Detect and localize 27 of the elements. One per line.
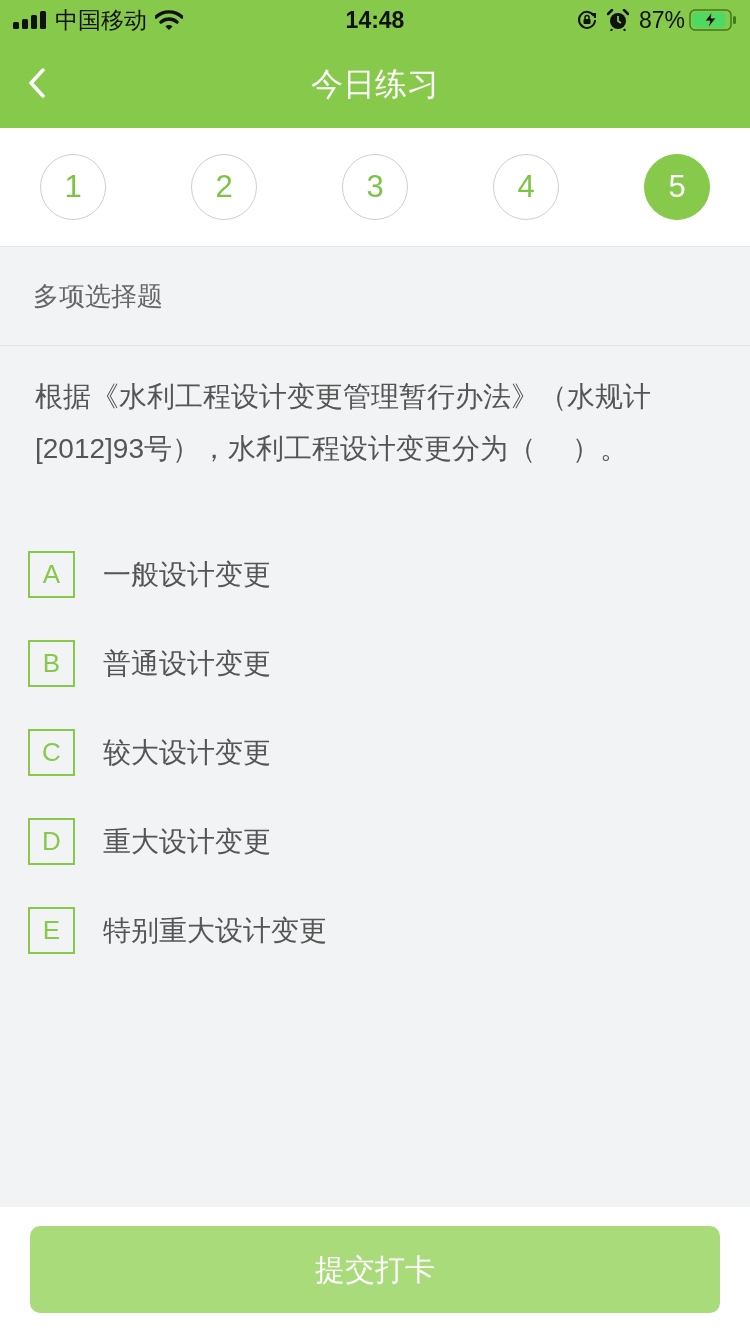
battery-charging-icon [689,9,737,31]
option-letter-box[interactable]: B [28,640,75,687]
alarm-clock-icon [606,9,629,31]
battery-percent: 87% [638,8,685,32]
page-title: 今日练习 [311,68,439,100]
question-type-label: 多项选择题 [33,279,163,313]
question-text: 根据《水利工程设计变更管理暂行办法》（水规计[2012]93号），水利工程设计变更分为（ ）。 [35,380,652,466]
option-text[interactable]: 特别重大设计变更 [103,909,327,952]
option-text[interactable]: 重大设计变更 [103,820,271,863]
option-letter-box[interactable]: E [28,907,75,954]
option-text[interactable]: 较大设计变更 [103,731,271,774]
option-text[interactable]: 普通设计变更 [103,642,271,685]
option-text[interactable]: 一般设计变更 [103,553,271,596]
status-time: 14:48 [345,8,405,32]
question-number-tab[interactable]: 1 [40,154,106,220]
carrier-name: 中国移动 [55,8,147,32]
signal-icon [13,11,47,29]
option-letter-box[interactable]: D [28,818,75,865]
question-number-tab[interactable]: 4 [493,154,559,220]
question-number-tab[interactable]: 3 [342,154,408,220]
back-icon[interactable] [28,68,46,98]
wifi-icon [155,10,183,30]
rotation-lock-icon [576,10,597,30]
question-number-tab[interactable]: 5 [644,154,710,220]
question-number-tab[interactable]: 2 [191,154,257,220]
option-letter-box[interactable]: C [28,729,75,776]
option-letter-box[interactable]: A [28,551,75,598]
